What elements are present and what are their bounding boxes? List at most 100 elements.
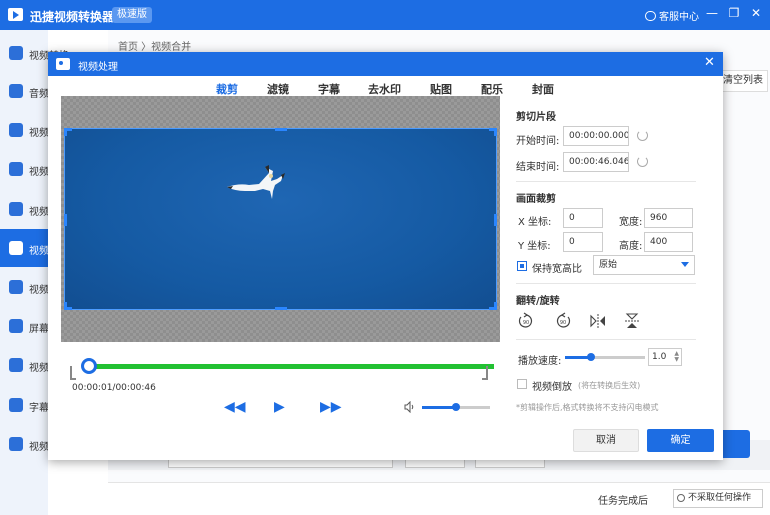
edition-badge: 极速版 xyxy=(112,7,152,23)
rewind-button[interactable]: ◀◀ xyxy=(224,400,246,414)
crop-handle-bottom-right[interactable] xyxy=(489,302,497,310)
tab-crop[interactable]: 裁剪 xyxy=(216,81,238,97)
video-icon xyxy=(9,280,23,294)
sidebar-item-label: 视频 xyxy=(29,207,49,218)
height-label: 高度: xyxy=(619,241,643,252)
keep-ratio-checkbox[interactable] xyxy=(517,261,527,271)
sidebar-item-video-merge[interactable]: 视频 xyxy=(0,229,49,267)
crop-handle-bottom-left[interactable] xyxy=(64,302,72,310)
app-title-bar: 迅捷视频转换器 极速版 客服中心 — ❐ ✕ xyxy=(0,0,770,30)
sidebar-item-label: 视频 xyxy=(29,363,49,374)
sidebar-item-screen-record[interactable]: 屏幕 xyxy=(0,307,49,345)
dialog-header: 视频处理 ✕ xyxy=(48,52,723,76)
sidebar-item-video-2[interactable]: 视频 xyxy=(0,111,49,149)
video-icon xyxy=(9,202,23,216)
width-input[interactable] xyxy=(644,208,693,228)
image-icon xyxy=(56,58,70,70)
crop-handle-top-right[interactable] xyxy=(489,128,497,136)
crop-handle-top[interactable] xyxy=(275,128,287,131)
clip-tip: *剪辑操作后,格式转换将不支持闪电模式 xyxy=(516,403,659,412)
volume-knob[interactable] xyxy=(452,403,460,411)
customer-service-link[interactable]: 客服中心 xyxy=(645,8,699,23)
height-input[interactable] xyxy=(644,232,693,252)
task-done-label: 任务完成后 xyxy=(598,496,648,507)
start-time-input[interactable] xyxy=(563,126,629,146)
clear-list-button[interactable]: 清空列表 xyxy=(720,70,768,92)
trim-start-handle[interactable] xyxy=(70,366,76,380)
sidebar-item-video-6[interactable]: 视频 xyxy=(0,268,49,306)
speed-input[interactable]: 1.0 ▲ ▼ xyxy=(648,348,682,366)
video-process-dialog: 视频处理 ✕ 裁剪 滤镜 字幕 去水印 贴图 配乐 封面 00:00:01/00… xyxy=(48,52,723,460)
ban-icon xyxy=(677,494,685,502)
reset-end-icon[interactable] xyxy=(637,156,648,167)
app-logo-icon xyxy=(8,8,23,21)
status-bar: 任务完成后 不采取任何操作 xyxy=(108,482,770,515)
crop-handle-right[interactable] xyxy=(494,214,497,226)
rotate-left-90-icon[interactable]: 90 xyxy=(517,312,535,330)
sidebar-item-label: 视频 xyxy=(29,442,49,453)
customer-service-label: 客服中心 xyxy=(659,12,699,23)
spinner-arrows-icon[interactable]: ▲ ▼ xyxy=(674,351,679,363)
crop-handle-top-left[interactable] xyxy=(64,128,72,136)
volume-fill xyxy=(422,406,456,409)
sidebar-item-video-3[interactable]: 视频 xyxy=(0,150,49,188)
tab-remove-watermark[interactable]: 去水印 xyxy=(368,81,401,97)
trim-end-handle[interactable] xyxy=(482,366,488,380)
crop-handle-bottom[interactable] xyxy=(275,307,287,310)
rotate-right-90-icon[interactable]: 90 xyxy=(554,312,572,330)
task-done-select[interactable]: 不采取任何操作 xyxy=(673,489,763,508)
sidebar-item-label: 字幕 xyxy=(29,403,49,414)
tab-filter[interactable]: 滤镜 xyxy=(267,81,289,97)
rotate-left-90-text: 90 xyxy=(523,320,529,326)
app-name: 迅捷视频转换器 xyxy=(30,10,115,24)
dialog-close-button[interactable]: ✕ xyxy=(704,55,715,70)
ratio-select[interactable]: 原始 xyxy=(593,255,695,275)
maximize-button[interactable]: ❐ xyxy=(726,6,742,20)
sidebar-item-video-8[interactable]: 视频 xyxy=(0,346,49,384)
reset-start-icon[interactable] xyxy=(637,130,648,141)
divider xyxy=(516,339,696,340)
minimize-button[interactable]: — xyxy=(704,6,720,20)
chevron-down-icon xyxy=(681,262,689,267)
sidebar-item-video-10[interactable]: 视频 xyxy=(0,425,49,463)
video-icon xyxy=(9,241,23,255)
play-button[interactable]: ▶ xyxy=(274,400,285,414)
sidebar-item-label: 视频 xyxy=(29,246,49,257)
sidebar-item-label: 视频 xyxy=(29,285,49,296)
flip-vertical-icon[interactable] xyxy=(623,312,641,330)
y-coord-input[interactable] xyxy=(563,232,603,252)
crop-section-title: 画面裁剪 xyxy=(516,194,556,205)
confirm-button[interactable]: 确定 xyxy=(647,429,714,452)
timeline-knob[interactable] xyxy=(81,358,98,374)
app-close-button[interactable]: ✕ xyxy=(748,6,764,20)
tab-subtitle[interactable]: 字幕 xyxy=(318,81,340,97)
timeline-track[interactable] xyxy=(84,364,494,369)
reverse-checkbox[interactable] xyxy=(517,379,527,389)
tab-cover[interactable]: 封面 xyxy=(532,81,554,97)
end-time-input[interactable] xyxy=(563,152,629,172)
x-coord-input[interactable] xyxy=(563,208,603,228)
sidebar-item-audio[interactable]: 音频 xyxy=(0,72,49,110)
chat-icon xyxy=(645,11,656,21)
time-display: 00:00:01/00:00:46 xyxy=(72,383,156,393)
forward-button[interactable]: ▶▶ xyxy=(320,400,342,414)
video-icon xyxy=(9,358,23,372)
cancel-button[interactable]: 取消 xyxy=(573,429,639,452)
y-coord-label: Y 坐标: xyxy=(518,241,551,252)
bird-image xyxy=(227,165,285,199)
ratio-select-value: 原始 xyxy=(599,260,618,270)
sidebar-item-video-convert[interactable]: 视频转换 xyxy=(0,34,69,72)
speed-knob[interactable] xyxy=(587,353,596,361)
sidebar-item-subtitle[interactable]: 字幕 xyxy=(0,386,49,424)
tab-sticker[interactable]: 贴图 xyxy=(430,81,452,97)
end-time-label: 结束时间: xyxy=(516,162,560,173)
sidebar-item-video-4[interactable]: 视频 xyxy=(0,190,49,228)
reverse-label: 视频倒放 xyxy=(532,382,572,393)
tab-music[interactable]: 配乐 xyxy=(481,81,503,97)
crop-handle-left[interactable] xyxy=(64,214,67,226)
volume-icon[interactable] xyxy=(404,401,416,413)
width-label: 宽度: xyxy=(619,217,643,228)
breadcrumb: 首页 〉视频合并 xyxy=(118,42,192,53)
speed-value: 1.0 xyxy=(652,352,667,362)
flip-horizontal-icon[interactable] xyxy=(589,312,607,330)
